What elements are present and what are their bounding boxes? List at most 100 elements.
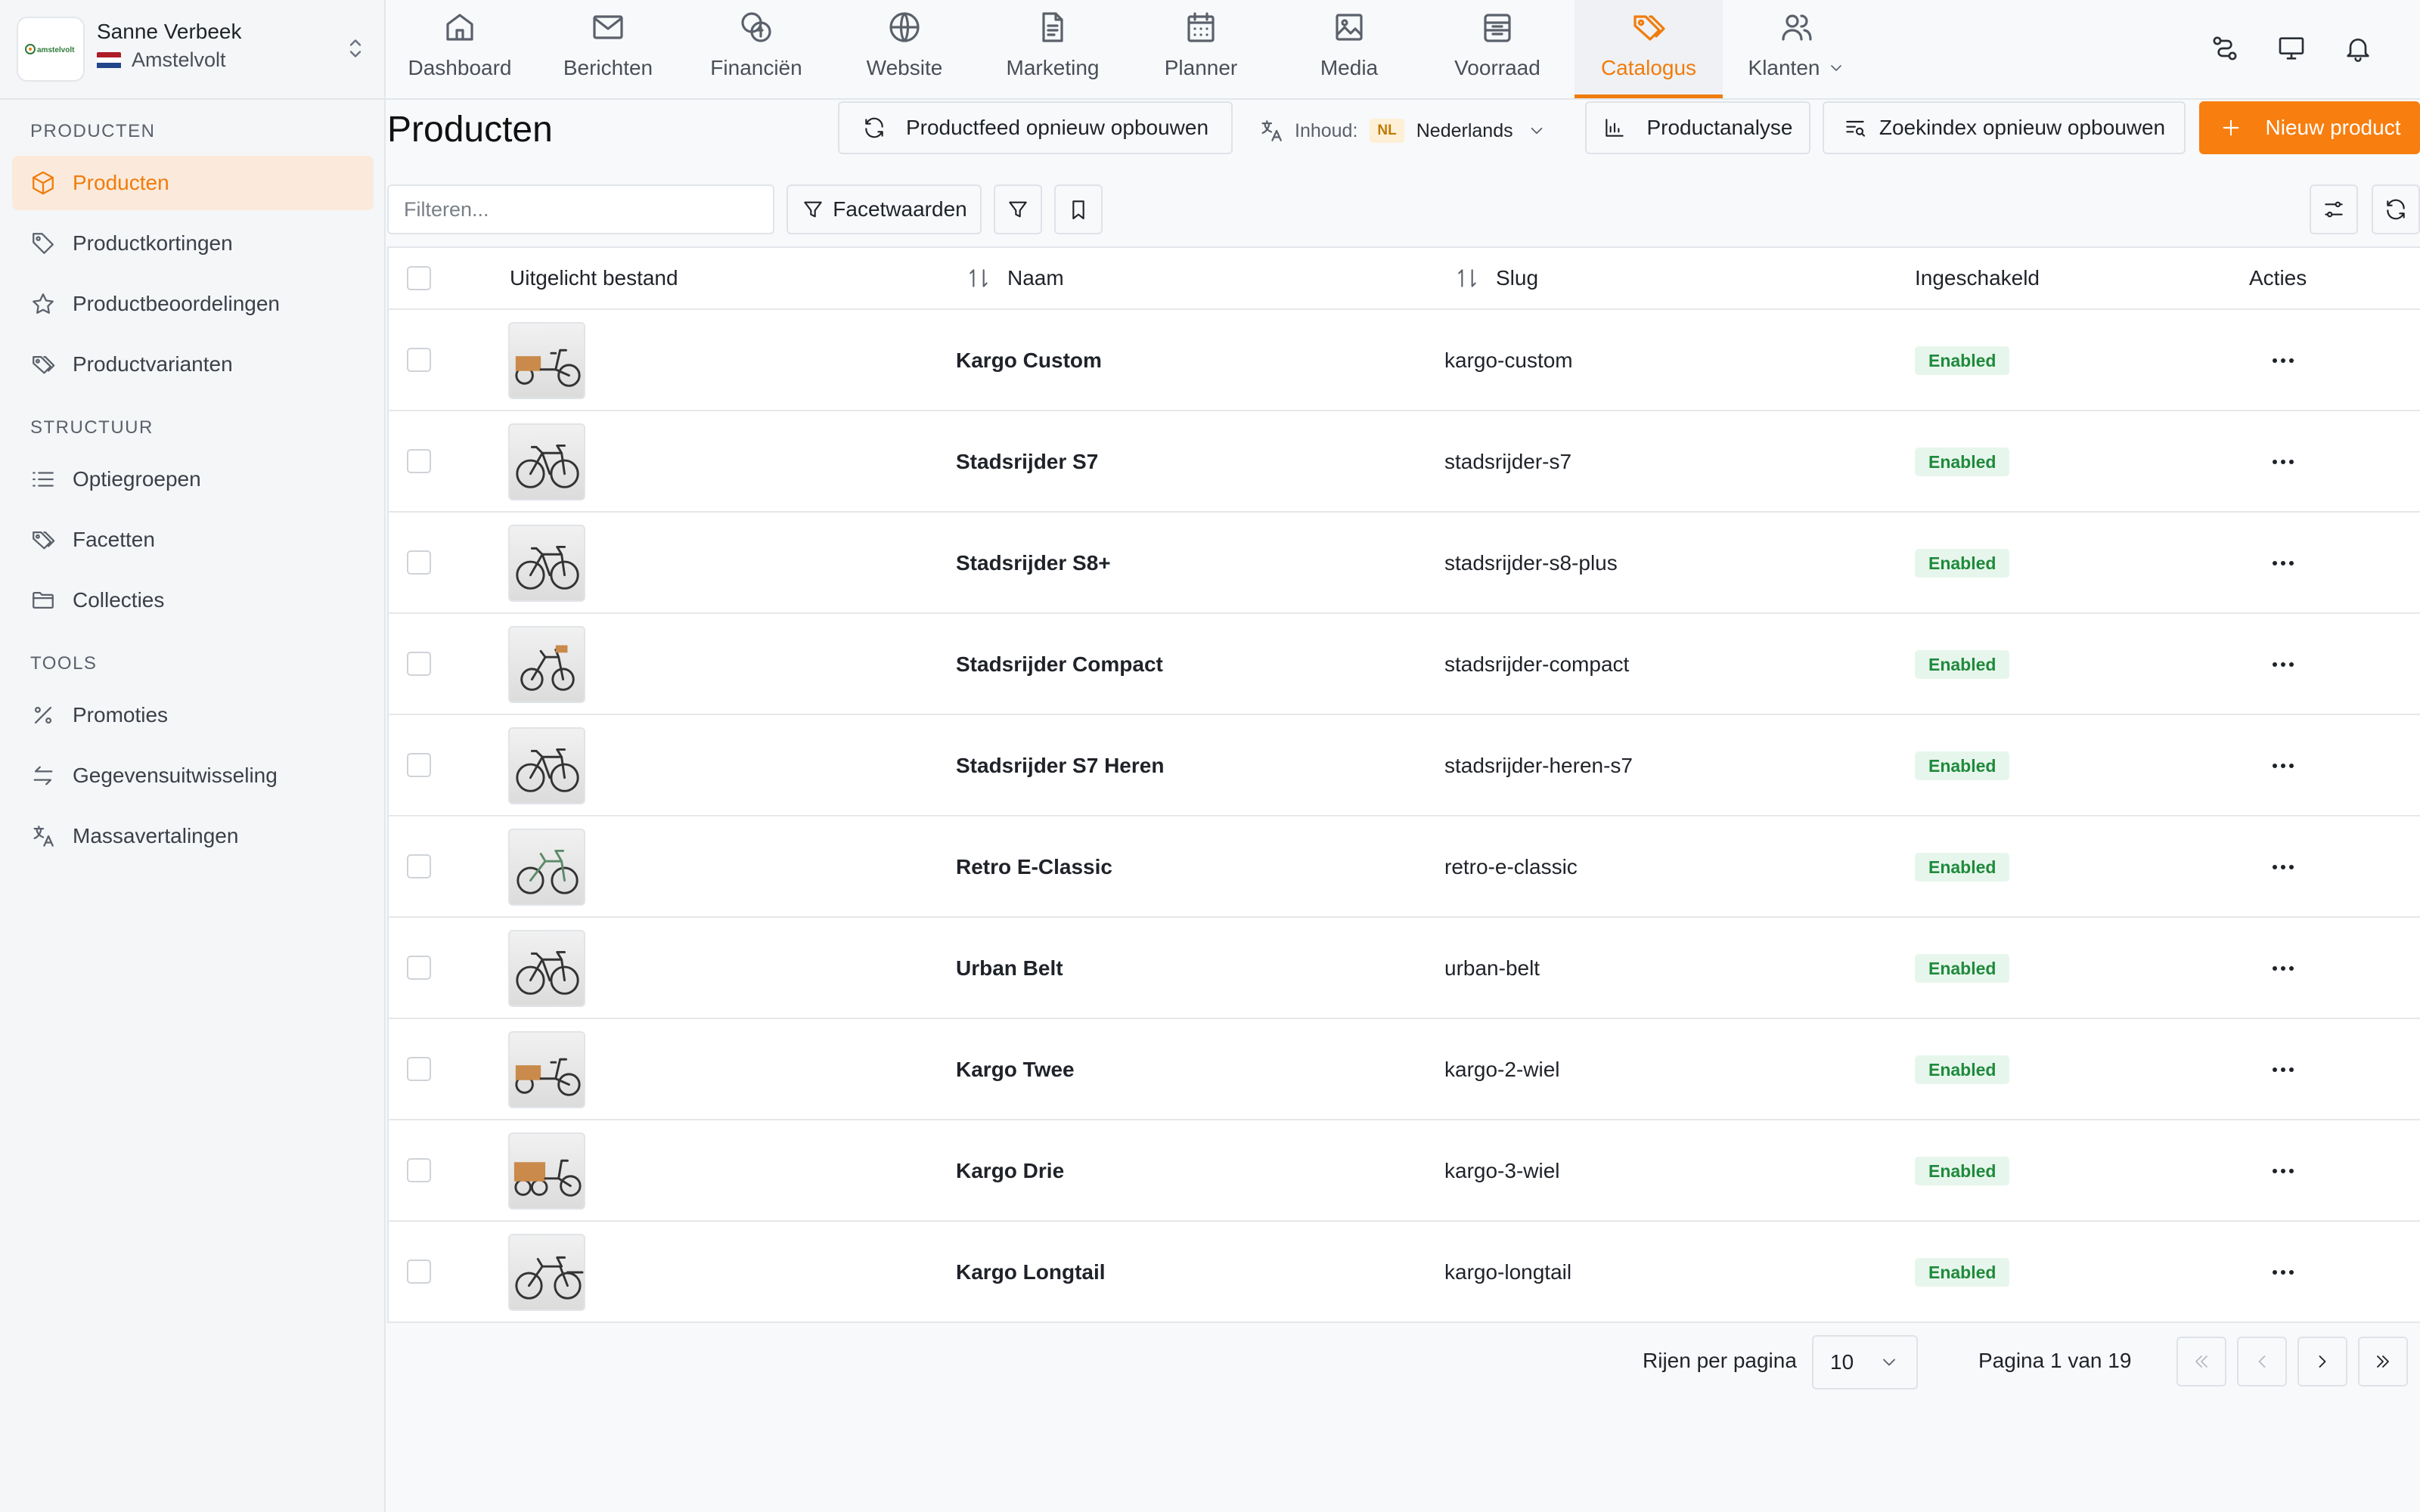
last-page-button[interactable] [2358,1337,2408,1387]
bookmark-button[interactable] [1054,184,1103,234]
product-name[interactable]: Stadsrijder S7 [956,411,1098,513]
column-settings-button[interactable] [2310,184,2358,234]
product-name[interactable]: Stadsrijder Compact [956,614,1163,715]
select-all-checkbox[interactable] [407,266,431,290]
facet-values-button[interactable]: Facetwaarden [786,184,982,234]
row-checkbox[interactable] [407,550,431,575]
product-name[interactable]: Urban Belt [956,918,1063,1019]
table-row[interactable]: .w{fill:none;stroke:#333;stroke-width:3}… [389,1120,2420,1222]
table-row[interactable]: .w{fill:none;stroke:#333;stroke-width:3}… [389,411,2420,513]
bell-icon[interactable] [2343,33,2373,64]
table-row[interactable]: .w{fill:none;stroke:#333;stroke-width:3}… [389,1222,2420,1323]
account-switcher[interactable]: amstelvolt Sanne Verbeek Amstelvolt [0,0,386,100]
product-thumbnail[interactable]: .w{fill:none;stroke:#333;stroke-width:3}… [508,626,585,703]
table-row[interactable]: .w{fill:none;stroke:#333;stroke-width:3}… [389,614,2420,715]
tab-voorraad[interactable]: Voorraad [1423,0,1571,98]
product-name[interactable]: Stadsrijder S8+ [956,513,1111,614]
table-header: Uitgelicht bestand Naam Slug Ingeschakel… [389,248,2420,310]
workflow-icon[interactable] [2210,33,2240,64]
product-name[interactable]: Kargo Longtail [956,1222,1106,1323]
filter-input[interactable] [387,184,774,234]
column-header-name[interactable]: Naam [966,248,1064,308]
row-actions-button[interactable] [2264,751,2302,780]
tab-website[interactable]: Website [830,0,979,98]
row-actions-button[interactable] [2264,853,2302,881]
product-name[interactable]: Kargo Twee [956,1019,1075,1120]
table-row[interactable]: .w{fill:none;stroke:#333;stroke-width:3}… [389,816,2420,918]
tab-catalogus[interactable]: Catalogus [1575,0,1723,98]
product-name[interactable]: Stadsrijder S7 Heren [956,715,1164,816]
filter-button[interactable] [994,184,1042,234]
row-checkbox[interactable] [407,449,431,473]
new-product-button[interactable]: Nieuw product [2199,101,2420,154]
tab-media[interactable]: Media [1275,0,1423,98]
tab-label: Website [866,56,943,79]
sidebar-item-massavertalingen[interactable]: Massavertalingen [12,809,374,863]
product-thumbnail[interactable]: .w{fill:none;stroke:#333;stroke-width:3}… [508,829,585,906]
row-actions-button[interactable] [2264,1157,2302,1185]
product-thumbnail[interactable]: .w{fill:none;stroke:#333;stroke-width:3}… [508,1031,585,1108]
product-thumbnail[interactable]: .w{fill:none;stroke:#333;stroke-width:3}… [508,423,585,500]
row-checkbox[interactable] [407,753,431,777]
row-checkbox[interactable] [407,854,431,878]
rebuild-feed-button[interactable]: Productfeed opnieuw opbouwen [838,101,1233,154]
sidebar-item-promoties[interactable]: Promoties [12,688,374,742]
shop-name: Amstelvolt [132,48,226,71]
row-actions-button[interactable] [2264,1258,2302,1287]
table-row[interactable]: .w{fill:none;stroke:#333;stroke-width:3}… [389,513,2420,614]
content-language-select[interactable]: Inhoud: NL Nederlands [1258,104,1561,157]
previous-page-button[interactable] [2237,1337,2287,1387]
tab-marketing[interactable]: Marketing [979,0,1127,98]
product-thumbnail[interactable]: .w{fill:none;stroke:#333;stroke-width:3}… [508,727,585,804]
product-analysis-button[interactable]: Productanalyse [1585,101,1810,154]
row-checkbox[interactable] [407,1057,431,1081]
product-thumbnail[interactable]: .w{fill:none;stroke:#333;stroke-width:3}… [508,1234,585,1311]
sidebar-item-collecties[interactable]: Collecties [12,573,374,627]
row-checkbox[interactable] [407,348,431,372]
sidebar-item-productkortingen[interactable]: Productkortingen [12,216,374,271]
tab-dashboard[interactable]: Dashboard [386,0,534,98]
sidebar-item-gegevensuitwisseling[interactable]: Gegevensuitwisseling [12,748,374,803]
rows-per-page-select[interactable]: 10 [1812,1335,1918,1390]
first-page-button[interactable] [2176,1337,2226,1387]
refresh-button[interactable] [2372,184,2420,234]
chevron-up-down-icon[interactable] [342,35,369,62]
sidebar-item-productvarianten[interactable]: Productvarianten [12,337,374,392]
monitor-icon[interactable] [2276,33,2307,64]
product-slug: kargo-2-wiel [1444,1058,1560,1081]
sidebar-item-productbeoordelingen[interactable]: Productbeoordelingen [12,277,374,331]
next-page-button[interactable] [2297,1337,2347,1387]
row-checkbox[interactable] [407,1158,431,1182]
product-name[interactable]: Kargo Custom [956,310,1102,411]
row-actions-button[interactable] [2264,346,2302,375]
table-row[interactable]: .w{fill:none;stroke:#333;stroke-width:3}… [389,715,2420,816]
product-thumbnail[interactable]: .w{fill:none;stroke:#333;stroke-width:3}… [508,322,585,399]
row-checkbox[interactable] [407,956,431,980]
column-header-slug[interactable]: Slug [1455,248,1538,308]
table-row[interactable]: .w{fill:none;stroke:#333;stroke-width:3}… [389,310,2420,411]
status-badge: Enabled [1915,346,2010,375]
row-checkbox[interactable] [407,652,431,676]
product-name[interactable]: Kargo Drie [956,1120,1064,1222]
sidebar-item-facetten[interactable]: Facetten [12,513,374,567]
product-name[interactable]: Retro E-Classic [956,816,1112,918]
product-thumbnail[interactable]: .w{fill:none;stroke:#333;stroke-width:3}… [508,1132,585,1210]
row-actions-button[interactable] [2264,954,2302,983]
sidebar-item-producten[interactable]: Producten [12,156,374,210]
tab-klanten[interactable]: Klanten [1723,0,1871,98]
product-thumbnail[interactable]: .w{fill:none;stroke:#333;stroke-width:3}… [508,930,585,1007]
row-checkbox[interactable] [407,1259,431,1284]
table-row[interactable]: .w{fill:none;stroke:#333;stroke-width:3}… [389,918,2420,1019]
product-thumbnail[interactable]: .w{fill:none;stroke:#333;stroke-width:3}… [508,525,585,602]
tab-financien[interactable]: Financiën [682,0,830,98]
sidebar-item-optiegroepen[interactable]: Optiegroepen [12,452,374,507]
row-actions-button[interactable] [2264,549,2302,578]
users-icon [1782,14,1812,41]
rebuild-search-index-button[interactable]: Zoekindex opnieuw opbouwen [1823,101,2186,154]
tab-planner[interactable]: Planner [1127,0,1275,98]
row-actions-button[interactable] [2264,650,2302,679]
row-actions-button[interactable] [2264,1055,2302,1084]
table-row[interactable]: .w{fill:none;stroke:#333;stroke-width:3}… [389,1019,2420,1120]
row-actions-button[interactable] [2264,448,2302,476]
tab-berichten[interactable]: Berichten [534,0,682,98]
